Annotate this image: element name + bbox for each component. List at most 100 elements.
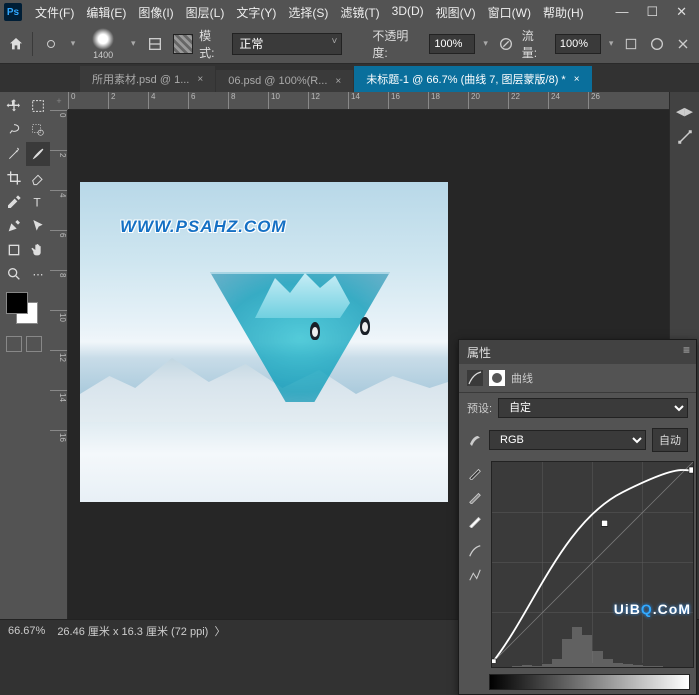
close-icon[interactable]: × [335,76,341,87]
color-swatches[interactable] [2,290,50,330]
move-tool[interactable] [2,94,26,118]
ruler-origin[interactable]: + [50,92,68,110]
brush-tool-icon[interactable] [39,32,63,56]
brush-size-value: 1400 [93,50,113,60]
symmetry-icon[interactable] [673,34,693,54]
menu-3d[interactable]: 3D(D) [387,1,429,24]
channel-select[interactable]: RGB [489,430,646,450]
expand-panel-icon[interactable]: ◀▶ [674,100,696,122]
divider [32,32,33,56]
eyedropper-tool[interactable] [2,190,26,214]
menu-view[interactable]: 视图(V) [431,1,481,24]
curve-side-tools [463,461,487,668]
texture-swatch[interactable] [173,34,193,54]
menu-window[interactable]: 窗口(W) [483,1,536,24]
toolbox: T ⋯ [0,92,50,619]
tab-document-3[interactable]: 未标题-1 @ 66.7% (曲线 7, 图层蒙版/8) * × [354,66,591,92]
histogram [492,627,693,667]
foreground-color[interactable] [6,292,28,314]
auto-button[interactable]: 自动 [652,428,688,452]
tab-label: 未标题-1 @ 66.7% (曲线 7, 图层蒙版/8) * [366,71,565,87]
menu-help[interactable]: 帮助(H) [538,1,589,24]
path-select-tool[interactable] [26,214,50,238]
options-bar: ▾ 1400 ▾ 模式: 正常 不透明度: ▾ 流量: ▾ [0,24,699,64]
artwork-penguin [360,317,370,335]
sample-gray-icon[interactable] [467,489,483,505]
magic-wand-tool[interactable] [2,142,26,166]
flow-label: 流量: [522,27,549,61]
type-tool[interactable]: T [26,190,50,214]
menu-file[interactable]: 文件(F) [30,1,79,24]
canvas-watermark: WWW.PSAHZ.COM [120,217,287,237]
zoom-level[interactable]: 66.67% [8,625,45,637]
lasso-tool[interactable] [2,118,26,142]
curve-draw-icon[interactable] [467,567,483,583]
panel-title[interactable]: 属性 [459,340,696,364]
minimize-button[interactable]: — [615,4,628,20]
artwork-penguin [310,322,320,340]
artwork-glass [210,272,390,472]
curve-point-icon[interactable] [467,543,483,559]
document-canvas[interactable]: WWW.PSAHZ.COM [80,182,448,502]
blend-mode-select[interactable]: 正常 [232,33,342,55]
chevron-down-icon[interactable]: ▾ [129,38,138,49]
document-info[interactable]: 26.46 厘米 x 16.3 厘米 (72 ppi) 〉 [57,623,225,639]
menu-filter[interactable]: 滤镜(T) [335,1,384,24]
maximize-button[interactable]: ☐ [646,4,658,20]
hand-tool[interactable] [26,238,50,262]
curves-graph[interactable] [491,461,694,668]
chevron-down-icon[interactable]: ▾ [481,38,490,49]
flow-input[interactable] [555,34,601,54]
tab-document-1[interactable]: 所用素材.psd @ 1... × [80,66,215,92]
tab-label: 06.psd @ 100%(R... [228,75,327,87]
pen-tool[interactable] [2,214,26,238]
chevron-down-icon[interactable]: ▾ [69,38,78,49]
quick-mask-toggle[interactable] [2,330,50,358]
close-icon[interactable]: × [197,74,203,85]
app-logo: Ps [4,3,22,21]
sample-black-icon[interactable] [467,465,483,481]
curves-adjustment-icon [467,370,483,386]
svg-text:T: T [33,196,41,210]
marquee-tool[interactable] [26,94,50,118]
mask-icon [489,370,505,386]
brush-tool[interactable] [26,142,50,166]
menu-type[interactable]: 文字(Y) [231,1,281,24]
chevron-down-icon[interactable]: ▾ [607,38,616,49]
panel-icon[interactable] [674,126,696,148]
crop-tool[interactable] [2,166,26,190]
opacity-input[interactable] [429,34,475,54]
eraser-tool[interactable] [26,166,50,190]
shape-tool[interactable] [2,238,26,262]
properties-panel: 属性 曲线 预设: 自定 RGB 自动 [458,339,697,695]
menu-edit[interactable]: 编辑(E) [81,1,131,24]
edit-toolbar[interactable]: ⋯ [26,262,50,286]
input-gradient[interactable] [489,674,690,690]
home-icon[interactable] [6,34,26,54]
channel-finger-icon[interactable] [467,432,483,448]
preset-select[interactable]: 自定 [498,398,688,418]
menu-bar: Ps 文件(F) 编辑(E) 图像(I) 图层(L) 文字(Y) 选择(S) 滤… [0,0,699,24]
adjustment-type-header: 曲线 [459,364,696,393]
menu-layer[interactable]: 图层(L) [181,1,230,24]
close-button[interactable]: ✕ [676,4,687,20]
sample-white-icon[interactable] [467,513,483,529]
pressure-opacity-icon[interactable] [496,34,516,54]
adjustment-label: 曲线 [511,370,533,386]
menu-image[interactable]: 图像(I) [133,1,178,24]
close-icon[interactable]: × [574,74,580,85]
brush-preset-picker[interactable]: 1400 [83,28,123,60]
preset-label: 预设: [467,400,492,416]
ruler-vertical[interactable]: 0246810121416 [50,110,68,619]
opacity-label: 不透明度: [372,27,423,61]
main-menu: 文件(F) 编辑(E) 图像(I) 图层(L) 文字(Y) 选择(S) 滤镜(T… [30,1,615,24]
airbrush-icon[interactable] [621,34,641,54]
menu-select[interactable]: 选择(S) [283,1,333,24]
brush-panel-toggle-icon[interactable] [143,32,167,56]
zoom-tool[interactable] [2,262,26,286]
tab-document-2[interactable]: 06.psd @ 100%(R... × [216,70,353,92]
pressure-size-icon[interactable] [647,34,667,54]
ruler-horizontal[interactable]: 02468101214161820222426 [68,92,669,110]
quick-select-tool[interactable] [26,118,50,142]
tab-label: 所用素材.psd @ 1... [92,71,189,87]
